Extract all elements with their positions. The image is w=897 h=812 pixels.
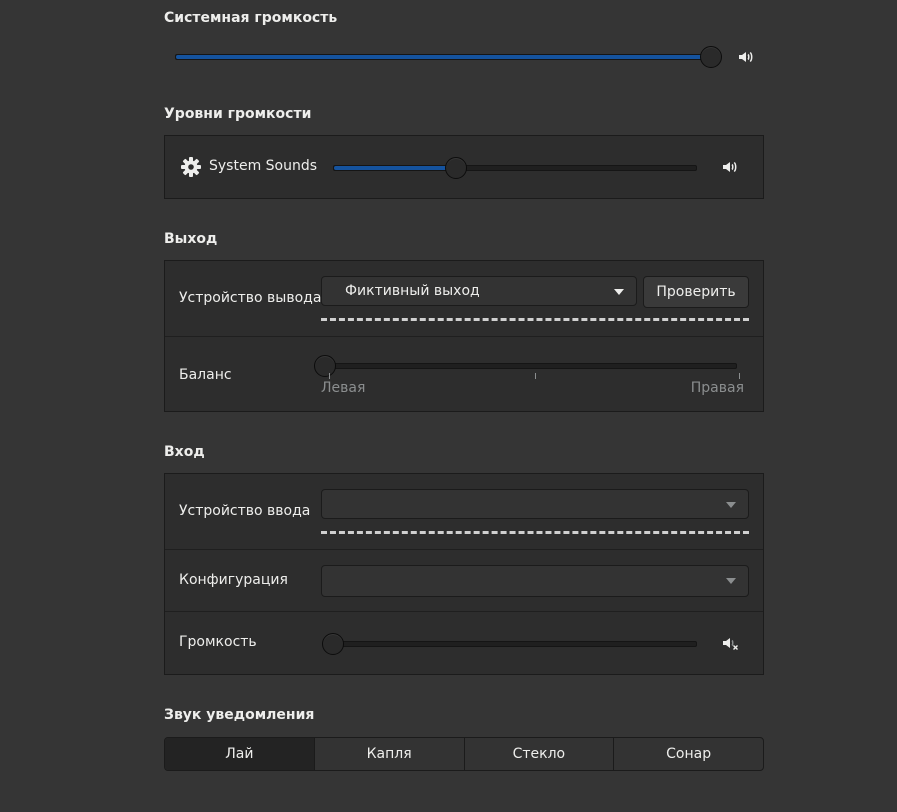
configuration-combo[interactable]	[321, 565, 749, 597]
volume-levels-frame: System Sounds	[164, 135, 764, 199]
system-volume-fill	[176, 55, 712, 59]
gear-icon	[181, 157, 201, 177]
balance-tick-right	[739, 373, 740, 379]
input-device-row: Устройство ввода	[165, 474, 763, 549]
input-frame: Устройство ввода Конфигурация Громкость	[164, 473, 764, 675]
chevron-down-icon	[726, 502, 736, 508]
configuration-row: Конфигурация	[165, 549, 763, 612]
input-volume-knob[interactable]	[322, 633, 344, 655]
input-device-combo[interactable]	[321, 489, 749, 519]
output-device-label: Устройство вывода	[179, 290, 322, 306]
balance-right-label: Правая	[690, 380, 744, 396]
system-sounds-fill	[334, 166, 458, 170]
alert-option-glass[interactable]: Стекло	[463, 738, 614, 770]
alert-sound-selector: Лай Капля Стекло Сонар	[164, 737, 764, 771]
focus-underline	[321, 318, 749, 321]
output-device-row: Устройство вывода Фиктивный выход Провер…	[165, 261, 763, 336]
input-device-label: Устройство ввода	[179, 503, 311, 519]
balance-row: Баланс Левая Правая	[165, 336, 763, 412]
system-sounds-label: System Sounds	[209, 158, 318, 174]
alert-option-bark[interactable]: Лай	[165, 738, 314, 770]
system-volume-title: Системная громкость	[164, 10, 338, 26]
system-sounds-knob[interactable]	[445, 157, 468, 179]
balance-knob[interactable]	[314, 355, 336, 377]
system-sounds-track[interactable]	[333, 165, 697, 171]
speaker-high-icon[interactable]	[721, 158, 739, 176]
volume-levels-title: Уровни громкости	[164, 106, 312, 122]
alert-option-drip[interactable]: Капля	[313, 738, 464, 770]
input-volume-label: Громкость	[179, 634, 257, 650]
test-button[interactable]: Проверить	[643, 276, 749, 308]
speaker-muted-icon[interactable]	[721, 634, 739, 652]
balance-tick-left	[329, 373, 330, 379]
speaker-high-icon[interactable]	[737, 48, 755, 66]
chevron-down-icon	[614, 289, 624, 295]
system-volume-track[interactable]	[175, 54, 713, 60]
output-device-value: Фиктивный выход	[345, 283, 480, 299]
balance-track[interactable]	[325, 363, 737, 369]
input-volume-row: Громкость	[165, 611, 763, 675]
chevron-down-icon	[726, 578, 736, 584]
alert-sound-title: Звук уведомления	[164, 707, 315, 723]
focus-underline	[321, 531, 749, 534]
alert-option-sonar[interactable]: Сонар	[613, 738, 763, 770]
system-volume-knob[interactable]	[700, 46, 722, 68]
balance-label: Баланс	[179, 367, 232, 383]
balance-tick-center	[535, 373, 536, 379]
input-volume-track[interactable]	[333, 641, 697, 647]
configuration-label: Конфигурация	[179, 572, 288, 588]
output-device-combo[interactable]: Фиктивный выход	[321, 276, 637, 306]
balance-left-label: Левая	[321, 380, 366, 396]
output-title: Выход	[164, 231, 218, 247]
output-frame: Устройство вывода Фиктивный выход Провер…	[164, 260, 764, 412]
input-title: Вход	[164, 444, 205, 460]
